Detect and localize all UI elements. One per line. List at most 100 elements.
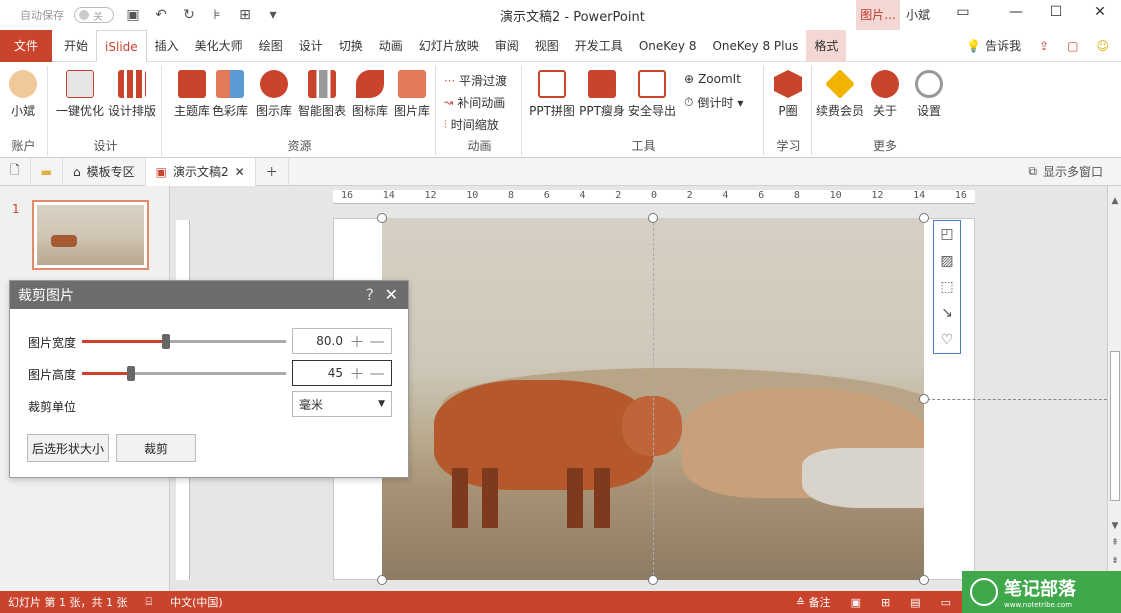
multi-window-button[interactable]: ⧉ 显示多窗口 bbox=[1028, 163, 1121, 180]
tab-transitions[interactable]: 切换 bbox=[331, 30, 371, 62]
height-minus-icon[interactable]: — bbox=[367, 364, 387, 382]
height-slider[interactable] bbox=[82, 366, 286, 381]
save-icon[interactable]: ▣ bbox=[124, 7, 142, 23]
width-minus-icon[interactable]: — bbox=[367, 332, 387, 350]
tab-insert[interactable]: 插入 bbox=[147, 30, 187, 62]
tween-animation-button[interactable]: ↝ 补间动画 bbox=[444, 94, 505, 111]
icon-library-button[interactable]: 图标库 bbox=[348, 70, 392, 119]
ribbon-display-icon[interactable]: ▭ bbox=[953, 4, 973, 20]
notes-button[interactable]: ≙ 备注 bbox=[796, 594, 831, 610]
width-plus-icon[interactable]: ＋ bbox=[347, 331, 367, 352]
tab-review[interactable]: 审阅 bbox=[487, 30, 527, 62]
width-stepper[interactable]: 80.0 ＋ — bbox=[292, 328, 392, 354]
width-value[interactable]: 80.0 bbox=[293, 334, 347, 348]
width-slider[interactable] bbox=[82, 334, 286, 349]
resize-handle-bm[interactable] bbox=[648, 575, 658, 585]
context-tab-picture[interactable]: 图片... bbox=[856, 0, 900, 30]
tab-animations[interactable]: 动画 bbox=[371, 30, 411, 62]
normal-view-icon[interactable]: ▣ bbox=[851, 596, 861, 609]
tab-meihua[interactable]: 美化大师 bbox=[187, 30, 251, 62]
redo-icon[interactable]: ↻ bbox=[180, 7, 198, 23]
help-icon[interactable]: ? bbox=[366, 285, 375, 304]
tab-design[interactable]: 设计 bbox=[291, 30, 331, 62]
tab-file[interactable]: 文件 bbox=[0, 29, 53, 62]
resize-handle-bl[interactable] bbox=[377, 575, 387, 585]
template-zone-tab[interactable]: ⌂ 模板专区 bbox=[63, 157, 146, 186]
autosave-toggle[interactable]: 关 bbox=[74, 7, 114, 23]
height-stepper[interactable]: 45 ＋ — bbox=[292, 360, 392, 386]
tab-home[interactable]: 开始 bbox=[56, 30, 96, 62]
diagram-library-button[interactable]: 图示库 bbox=[252, 70, 296, 119]
arrange-icon[interactable]: ⊞ bbox=[236, 7, 254, 23]
prev-slide-icon[interactable]: ⇞ bbox=[1109, 538, 1121, 548]
time-scale-button[interactable]: ⫶ 时间缩放 bbox=[444, 116, 499, 133]
tab-draw[interactable]: 绘图 bbox=[251, 30, 291, 62]
shape-crop-icon[interactable]: ◰ bbox=[940, 226, 953, 242]
unit-select[interactable]: 毫米 ▼ bbox=[292, 391, 392, 417]
dialog-close-icon[interactable]: ✕ bbox=[385, 285, 398, 304]
one-click-optimize-button[interactable]: 一键优化 bbox=[54, 70, 106, 119]
design-layout-button[interactable]: 设计排版 bbox=[106, 70, 158, 119]
tell-me-box[interactable]: 💡 告诉我 bbox=[966, 37, 1021, 54]
tab-onekey8[interactable]: OneKey 8 bbox=[631, 30, 705, 62]
minimize-icon[interactable]: — bbox=[1006, 4, 1026, 20]
slide-sorter-icon[interactable]: ⊞ bbox=[881, 596, 890, 609]
height-slider-grip[interactable] bbox=[126, 366, 135, 381]
user-name[interactable]: 小斌 bbox=[906, 6, 930, 23]
crop-icon[interactable]: ⬚ bbox=[940, 279, 953, 295]
height-value[interactable]: 45 bbox=[293, 366, 347, 380]
about-button[interactable]: 关于 bbox=[862, 70, 908, 119]
slideshow-icon[interactable]: ▭ bbox=[941, 596, 951, 609]
height-plus-icon[interactable]: ＋ bbox=[347, 363, 367, 384]
color-library-button[interactable]: 色彩库 bbox=[208, 70, 252, 119]
image-icon[interactable]: ▨ bbox=[940, 253, 953, 269]
comment-icon[interactable]: ▢ bbox=[1067, 39, 1078, 53]
close-icon[interactable]: ✕ bbox=[1090, 4, 1110, 20]
smooth-transition-button[interactable]: ⋯ 平滑过渡 bbox=[444, 72, 507, 89]
tab-islide[interactable]: iSlide bbox=[96, 29, 147, 62]
tab-onekey8plus[interactable]: OneKey 8 Plus bbox=[704, 30, 806, 62]
heart-icon[interactable]: ♡ bbox=[941, 332, 954, 348]
close-tab-icon[interactable]: ✕ bbox=[235, 165, 245, 179]
resize-handle-tl[interactable] bbox=[377, 213, 387, 223]
ppt-slim-button[interactable]: PPT瘦身 bbox=[576, 70, 628, 119]
tab-slideshow[interactable]: 幻灯片放映 bbox=[411, 30, 487, 62]
reading-view-icon[interactable]: ▤ bbox=[910, 596, 920, 609]
ppt-puzzle-button[interactable]: PPT拼图 bbox=[526, 70, 578, 119]
resize-handle-mr[interactable] bbox=[919, 394, 929, 404]
spellcheck-icon[interactable]: ⌸ bbox=[145, 595, 152, 609]
share-icon[interactable]: ⇪ bbox=[1039, 39, 1049, 53]
tab-developer[interactable]: 开发工具 bbox=[567, 30, 631, 62]
safe-export-button[interactable]: 安全导出 bbox=[626, 70, 678, 119]
smiley-icon[interactable]: ☺ bbox=[1096, 39, 1109, 53]
resize-handle-tm[interactable] bbox=[648, 213, 658, 223]
crop-button[interactable]: 裁剪 bbox=[116, 434, 196, 462]
fit-shape-size-button[interactable]: 后选形状大小 bbox=[27, 434, 109, 462]
settings-button[interactable]: 设置 bbox=[906, 70, 952, 119]
highland-cow-photo[interactable] bbox=[382, 218, 924, 580]
next-slide-icon[interactable]: ⇟ bbox=[1109, 556, 1121, 566]
zoomit-button[interactable]: ⊕ ZoomIt bbox=[684, 72, 741, 86]
new-doc-button[interactable]: 🗋 bbox=[0, 157, 31, 186]
vertical-scrollbar[interactable]: ▲ ▼ ⇞ ⇟ bbox=[1107, 186, 1121, 591]
p-circle-button[interactable]: P圈 bbox=[766, 70, 810, 119]
scroll-thumb[interactable] bbox=[1110, 351, 1120, 501]
align-icon[interactable]: ⊧ bbox=[208, 7, 226, 23]
open-folder-button[interactable]: ▬ bbox=[31, 157, 63, 186]
doc-tab[interactable]: ▣ 演示文稿2 ✕ bbox=[145, 157, 256, 186]
maximize-icon[interactable]: ☐ bbox=[1046, 4, 1066, 20]
language[interactable]: 中文(中国) bbox=[170, 594, 223, 610]
countdown-button[interactable]: ⏱ 倒计时 ▾ bbox=[684, 94, 743, 111]
smart-chart-button[interactable]: 智能图表 bbox=[294, 70, 350, 119]
add-tab-button[interactable]: ＋ bbox=[256, 157, 289, 186]
customize-quick-access-icon[interactable]: ▾ bbox=[264, 7, 282, 23]
tab-format[interactable]: 格式 bbox=[806, 29, 847, 62]
picture-library-button[interactable]: 图片库 bbox=[390, 70, 434, 119]
scroll-down-icon[interactable]: ▼ bbox=[1109, 521, 1121, 531]
slide-thumbnail[interactable] bbox=[32, 200, 149, 270]
account-button[interactable]: 小斌 bbox=[0, 70, 46, 119]
width-slider-grip[interactable] bbox=[161, 334, 170, 349]
tab-view[interactable]: 视图 bbox=[527, 30, 567, 62]
undo-icon[interactable]: ↶ bbox=[152, 7, 170, 23]
resize-handle-tr[interactable] bbox=[919, 213, 929, 223]
